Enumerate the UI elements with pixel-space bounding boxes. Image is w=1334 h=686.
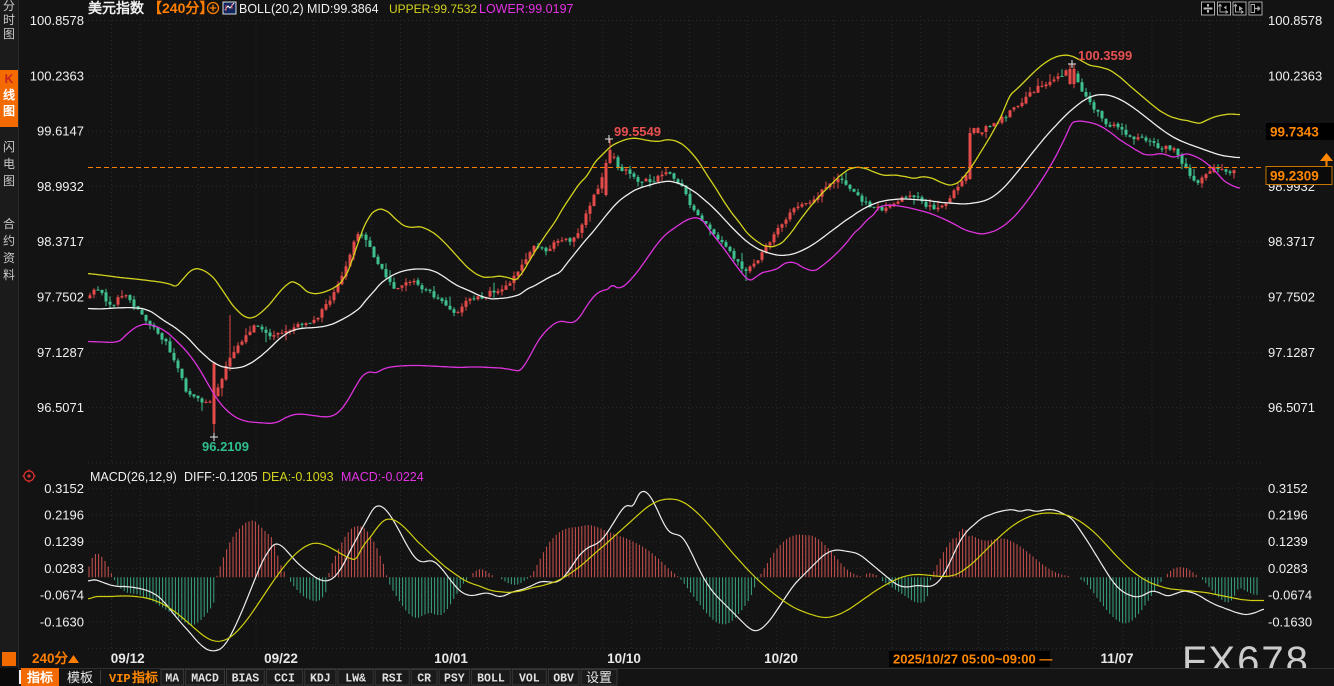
svg-text:DEA:-0.1093: DEA:-0.1093 [262,470,334,484]
svg-text:图: 图 [3,174,15,188]
svg-text:0.3152: 0.3152 [1268,481,1308,496]
svg-text:09/12: 09/12 [111,651,145,666]
svg-text:99.2309: 99.2309 [1270,169,1319,184]
svg-text:VOL: VOL [519,673,540,686]
svg-text:0.3152: 0.3152 [44,481,84,496]
svg-text:CCI: CCI [274,673,295,686]
svg-text:99.7343: 99.7343 [1270,125,1319,140]
svg-text:100.2363: 100.2363 [1268,68,1322,83]
svg-text:0.2196: 0.2196 [44,508,84,523]
svg-text:MACD: MACD [191,673,219,686]
svg-text:LOWER:99.0197: LOWER:99.0197 [479,2,574,16]
svg-text:11/07: 11/07 [1100,651,1133,666]
svg-text:PSY: PSY [444,673,465,686]
svg-text:97.7502: 97.7502 [1268,290,1315,305]
svg-text:MID:99.3864: MID:99.3864 [307,2,379,16]
svg-text:97.1287: 97.1287 [1268,345,1315,360]
svg-text:MA: MA [165,673,179,686]
svg-text:【240分】: 【240分】 [148,0,213,16]
svg-text:0.0283: 0.0283 [44,561,84,576]
svg-text:BOLL: BOLL [477,673,505,686]
svg-text:闪: 闪 [3,140,15,154]
svg-text:99.5549: 99.5549 [614,124,661,139]
svg-text:98.9932: 98.9932 [37,179,84,194]
svg-text:OBV: OBV [553,673,574,686]
svg-text:0.1239: 0.1239 [1268,534,1308,549]
svg-text:-0.0674: -0.0674 [40,588,84,603]
svg-text:2025/10/27 05:00~09:00 —: 2025/10/27 05:00~09:00 — [893,652,1052,667]
svg-text:0.0283: 0.0283 [1268,561,1308,576]
svg-text:指标: 指标 [27,670,53,685]
svg-text:K: K [5,72,14,86]
svg-text:图: 图 [3,104,15,118]
svg-text:CR: CR [417,673,431,686]
svg-text:10/20: 10/20 [764,651,798,666]
svg-text:DIFF:-0.1205: DIFF:-0.1205 [184,470,258,484]
svg-text:BIAS: BIAS [232,673,260,686]
svg-text:设置: 设置 [586,670,612,685]
svg-text:MACD(26,12,9): MACD(26,12,9) [90,470,177,484]
svg-text:97.1287: 97.1287 [37,345,84,360]
svg-text:100.8578: 100.8578 [30,13,84,28]
svg-text:10/01: 10/01 [434,651,468,666]
svg-text:分: 分 [3,0,15,13]
svg-text:-0.1630: -0.1630 [40,614,84,629]
svg-text:约: 约 [3,233,15,248]
svg-text:98.3717: 98.3717 [1268,234,1315,249]
svg-text:料: 料 [3,268,15,282]
svg-text:电: 电 [3,157,15,171]
svg-text:LW&: LW& [345,673,366,686]
svg-text:0.1239: 0.1239 [44,534,84,549]
svg-text:KDJ: KDJ [310,673,331,686]
svg-text:资: 资 [3,251,15,265]
svg-text:-0.1630: -0.1630 [1268,614,1312,629]
svg-text:09/22: 09/22 [264,651,298,666]
svg-text:0.2196: 0.2196 [1268,508,1308,523]
svg-text:10/10: 10/10 [607,651,641,666]
svg-text:VIP: VIP [109,672,131,686]
svg-text:美元指数: 美元指数 [88,0,145,16]
svg-text:240分: 240分 [32,651,69,666]
svg-text:时: 时 [3,13,15,27]
svg-text:99.6147: 99.6147 [37,124,84,139]
svg-text:模板: 模板 [67,670,93,685]
svg-text:RSI: RSI [382,673,403,686]
svg-text:BOLL(20,2): BOLL(20,2) [239,2,304,16]
svg-text:100.3599: 100.3599 [1078,48,1132,63]
svg-text:图: 图 [3,27,15,41]
svg-text:线: 线 [3,87,15,102]
svg-text:UPPER:99.7532: UPPER:99.7532 [389,2,477,16]
svg-text:98.3717: 98.3717 [37,234,84,249]
svg-text:指标: 指标 [132,670,158,685]
svg-text:-0.0674: -0.0674 [1268,588,1312,603]
svg-text:96.5071: 96.5071 [37,400,84,415]
svg-text:96.5071: 96.5071 [1268,400,1315,415]
svg-text:96.2109: 96.2109 [202,439,249,454]
svg-text:100.2363: 100.2363 [30,68,84,83]
svg-text:合: 合 [3,216,15,231]
svg-text:97.7502: 97.7502 [37,290,84,305]
svg-text:100.8578: 100.8578 [1268,13,1322,28]
svg-text:MACD:-0.0224: MACD:-0.0224 [341,470,424,484]
